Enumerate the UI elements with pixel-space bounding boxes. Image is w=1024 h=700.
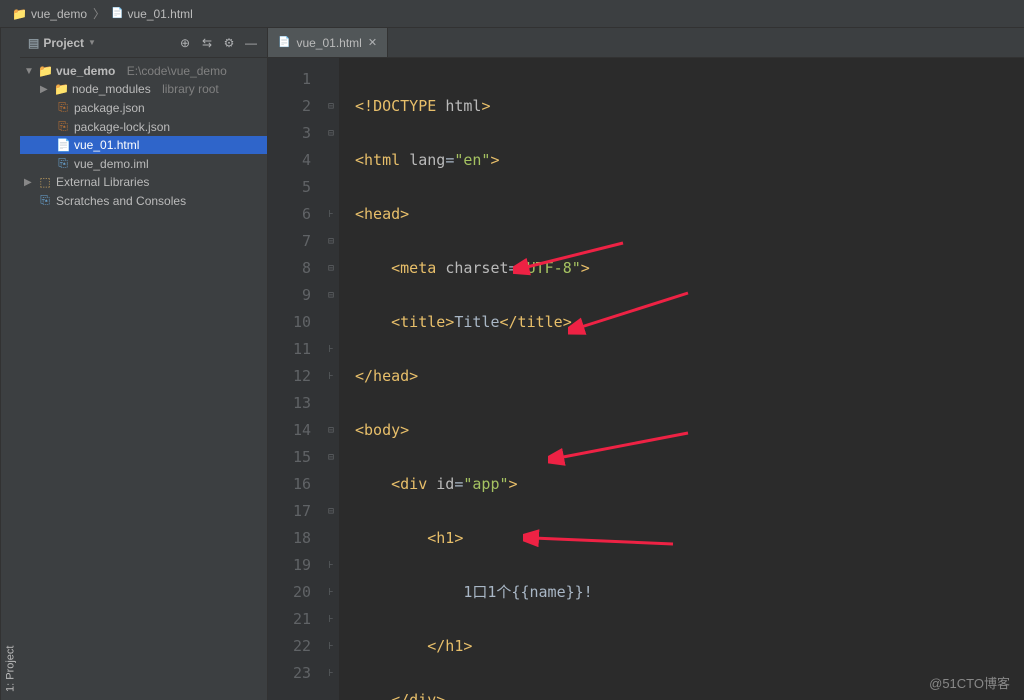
project-side-tab[interactable]: 1: Project: [0, 28, 20, 700]
html-icon: 📄: [278, 37, 290, 48]
tree-item-node-modules[interactable]: ▶ 📁 node_modules library root: [20, 80, 267, 98]
html-icon: 📄: [111, 8, 123, 19]
tree-item-label: vue_demo.iml: [74, 157, 149, 171]
tree-item-package-json[interactable]: ⎘ package.json: [20, 98, 267, 117]
breadcrumb-file-label: vue_01.html: [127, 7, 192, 21]
iml-icon: ⎘: [56, 156, 70, 171]
chevron-down-icon: ▼: [88, 38, 96, 47]
editor-tabs: 📄 vue_01.html ✕: [268, 28, 1024, 58]
tree-item-package-lock[interactable]: ⎘ package-lock.json: [20, 117, 267, 136]
tree-root-label: vue_demo: [56, 64, 115, 78]
line-gutter: 1234567891011121314151617181920212223: [268, 58, 323, 700]
panel-title-label: Project: [43, 36, 84, 50]
tree-item-label: package-lock.json: [74, 120, 170, 134]
project-panel: ▤ Project ▼ ⊕ ⇆ ⚙ — ▼ 📁 vue_demo E:\code…: [20, 28, 268, 700]
tree-item-iml[interactable]: ⎘ vue_demo.iml: [20, 154, 267, 173]
tree-external-libs[interactable]: ▶ ⬚ External Libraries: [20, 173, 267, 191]
chevron-down-icon: ▼: [24, 66, 34, 77]
tree-item-hint: library root: [162, 82, 219, 96]
fold-gutter: ⊟⊟ ⊦ ⊟⊟⊟ ⊦⊦ ⊟⊟ ⊟ ⊦⊦⊦ ⊦⊦: [323, 58, 339, 700]
hide-icon[interactable]: —: [243, 35, 259, 51]
project-tree: ▼ 📁 vue_demo E:\code\vue_demo ▶ 📁 node_m…: [20, 58, 267, 214]
chevron-right-icon: ▶: [40, 84, 50, 95]
close-icon[interactable]: ✕: [368, 36, 377, 49]
library-icon: ⬚: [38, 175, 52, 189]
html-icon: 📄: [56, 138, 70, 152]
tree-item-label: package.json: [74, 101, 145, 115]
json-icon: ⎘: [56, 119, 70, 134]
panel-title[interactable]: ▤ Project ▼: [28, 36, 171, 50]
scratches-icon: ⎘: [38, 193, 52, 208]
tree-item-label: Scratches and Consoles: [56, 194, 186, 208]
chevron-right-icon: ▶: [24, 177, 34, 188]
editor-tab[interactable]: 📄 vue_01.html ✕: [268, 28, 388, 57]
folder-icon: 📁: [38, 64, 52, 78]
chevron-right-icon: 〉: [93, 5, 105, 22]
breadcrumb-file[interactable]: 📄 vue_01.html: [107, 5, 197, 23]
expand-icon[interactable]: ⇆: [199, 35, 215, 51]
tree-item-vue01-html[interactable]: 📄 vue_01.html: [20, 136, 267, 154]
breadcrumb-project[interactable]: 📁 vue_demo: [8, 5, 91, 23]
tree-scratches[interactable]: ⎘ Scratches and Consoles: [20, 191, 267, 210]
folder-icon: 📁: [12, 7, 27, 21]
folder-icon: 📁: [54, 82, 68, 96]
target-icon[interactable]: ⊕: [177, 35, 193, 51]
breadcrumb: 📁 vue_demo 〉 📄 vue_01.html: [0, 0, 1024, 28]
editor-area: 📄 vue_01.html ✕ 123456789101112131415161…: [268, 28, 1024, 700]
panel-header: ▤ Project ▼ ⊕ ⇆ ⚙ —: [20, 28, 267, 58]
side-tab-label: 1: Project: [5, 646, 17, 692]
code-content[interactable]: <!DOCTYPE html> <html lang="en"> <head> …: [339, 58, 1024, 700]
code-area[interactable]: 1234567891011121314151617181920212223 ⊟⊟…: [268, 58, 1024, 700]
watermark: @51CTO博客: [929, 673, 1010, 692]
editor-tab-label: vue_01.html: [296, 36, 361, 50]
tree-root[interactable]: ▼ 📁 vue_demo E:\code\vue_demo: [20, 62, 267, 80]
tree-item-label: node_modules: [72, 82, 151, 96]
gear-icon[interactable]: ⚙: [221, 35, 237, 51]
tree-item-label: External Libraries: [56, 175, 149, 189]
tree-item-label: vue_01.html: [74, 138, 139, 152]
project-icon: ▤: [28, 36, 39, 50]
tree-root-path: E:\code\vue_demo: [127, 64, 227, 78]
breadcrumb-project-label: vue_demo: [31, 7, 87, 21]
json-icon: ⎘: [56, 100, 70, 115]
